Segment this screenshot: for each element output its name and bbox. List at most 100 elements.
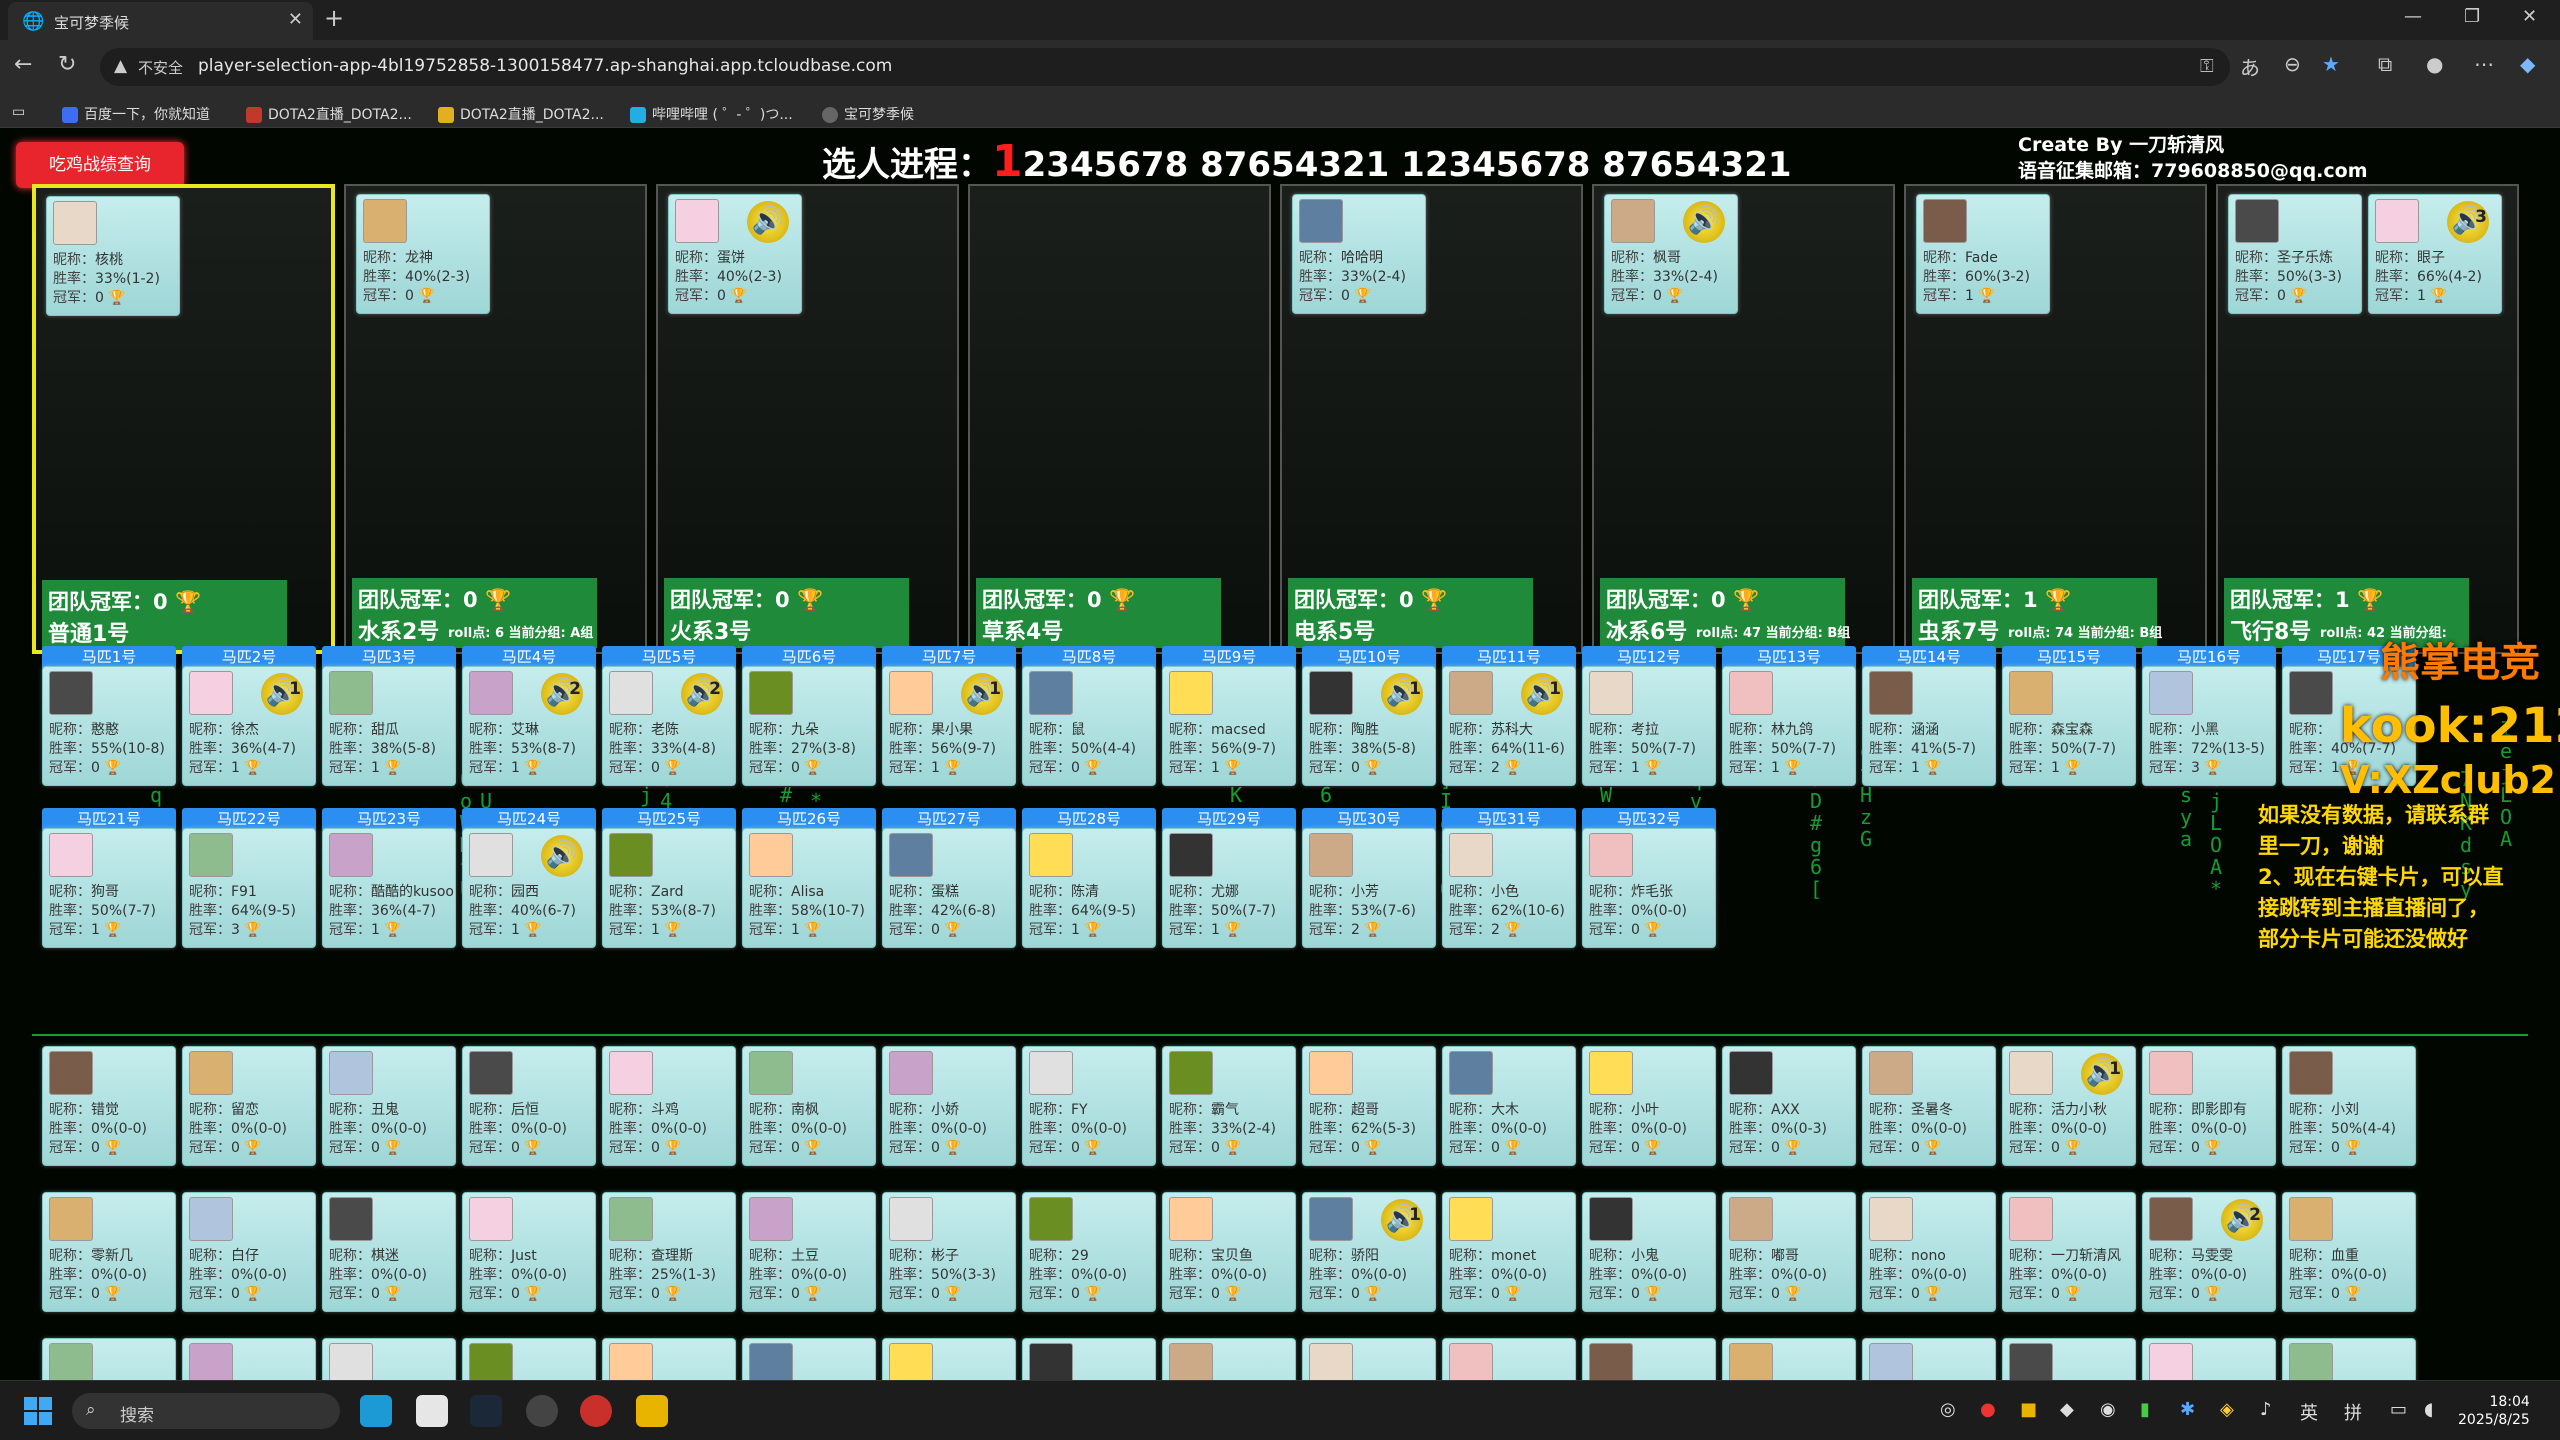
player-card[interactable]: 昵称：丑鬼 胜率：0%(0-0) 冠军：0 🏆 — [322, 1046, 456, 1166]
new-tab-button[interactable]: + — [324, 4, 344, 32]
player-card[interactable]: 昵称：白仔 胜率：0%(0-0) 冠军：0 🏆 — [182, 1192, 316, 1312]
player-card[interactable]: 昵称：甜瓜 胜率：38%(5-8) 冠军：1 🏆 — [322, 666, 456, 786]
player-card[interactable] — [2002, 1338, 2136, 1380]
taskbar-search[interactable]: ⌕ 搜索 — [72, 1393, 340, 1429]
copilot-icon[interactable]: ◆ — [2520, 52, 2535, 76]
steam-app-icon[interactable] — [470, 1395, 502, 1427]
voice-icon[interactable]: 🔊 1 — [961, 673, 1003, 715]
player-card[interactable] — [2142, 1338, 2276, 1380]
team-panel[interactable]: 昵称：Fade 胜率：60%(3-2) 冠军：1 🏆 团队冠军：1 🏆 虫系7号 roll… — [1904, 184, 2207, 654]
bookmark-bilibili[interactable]: 哔哩哔哩 ( ゜- ゜)つ... — [630, 104, 793, 124]
player-card[interactable] — [742, 1338, 876, 1380]
player-card[interactable] — [1302, 1338, 1436, 1380]
player-card[interactable]: 昵称：小鬼 胜率：0%(0-0) 冠军：0 🏆 — [1582, 1192, 1716, 1312]
player-card[interactable]: 昵称：宝贝鱼 胜率：0%(0-0) 冠军：0 🏆 — [1162, 1192, 1296, 1312]
microphone-icon[interactable]: ♪ — [2260, 1399, 2272, 1420]
player-card[interactable]: 昵称：活力小秋 胜率：0%(0-0) 冠军：0 🏆 🔊 1 — [2002, 1046, 2136, 1166]
browser-tab[interactable]: 🌐 宝可梦季候 ✕ — [8, 2, 313, 40]
minimize-button[interactable]: — — [2404, 6, 2422, 27]
player-card[interactable]: 昵称：小色 胜率：62%(10-6) 冠军：2 🏆 — [1442, 828, 1576, 948]
player-card[interactable]: 昵称：超哥 胜率：62%(5-3) 冠军：0 🏆 — [1302, 1046, 1436, 1166]
reload-icon[interactable]: ↻ — [58, 52, 76, 77]
address-bar[interactable]: ▲ 不安全 player-selection-app-4bl19752858-1… — [100, 48, 2230, 86]
player-card[interactable]: 昵称：小黑 胜率：72%(13-5) 冠军：3 🏆 — [2142, 666, 2276, 786]
player-card[interactable]: 昵称：零新几 胜率：0%(0-0) 冠军：0 🏆 — [42, 1192, 176, 1312]
voice-icon[interactable]: 🔊 2 — [2221, 1199, 2263, 1241]
team-panel[interactable]: 团队冠军：0 🏆 草系4号 — [968, 184, 1271, 654]
player-card[interactable]: 昵称：错觉 胜率：0%(0-0) 冠军：0 🏆 — [42, 1046, 176, 1166]
player-card[interactable] — [882, 1338, 1016, 1380]
player-card[interactable] — [1582, 1338, 1716, 1380]
player-card[interactable]: 昵称：圣暑冬 胜率：0%(0-0) 冠军：0 🏆 — [1862, 1046, 1996, 1166]
key-icon[interactable]: ⚿ — [2200, 56, 2214, 77]
windows-start-icon[interactable] — [24, 1397, 52, 1425]
player-card[interactable]: 昵称：马雯雯 胜率：0%(0-0) 冠军：0 🏆 🔊 2 — [2142, 1192, 2276, 1312]
player-card[interactable]: 昵称：眼子 胜率：66%(4-2) 冠军：1 🏆 🔊 3 — [2368, 194, 2502, 314]
player-card[interactable]: 昵称：斗鸡 胜率：0%(0-0) 冠军：0 🏆 — [602, 1046, 736, 1166]
tray-icon-5[interactable]: ◉ — [2100, 1399, 2116, 1420]
team-panel[interactable]: 昵称：枫哥 胜率：33%(2-4) 冠军：0 🏆 🔊 团队冠军：0 🏆 冰系6号 roll点… — [1592, 184, 1895, 654]
close-tab-icon[interactable]: ✕ — [288, 9, 303, 30]
player-card[interactable]: 昵称：林九鸽 胜率：50%(7-7) 冠军：1 🏆 — [1722, 666, 1856, 786]
player-card[interactable]: 昵称：九朵 胜率：27%(3-8) 冠军：0 🏆 — [742, 666, 876, 786]
app-icon-5[interactable] — [580, 1395, 612, 1427]
player-card[interactable]: 昵称：园西 胜率：40%(6-7) 冠军：1 🏆 🔊 — [462, 828, 596, 948]
player-card[interactable]: 昵称：鼠 胜率：50%(4-4) 冠军：0 🏆 — [1022, 666, 1156, 786]
tray-icon-1[interactable]: ◎ — [1940, 1399, 1956, 1420]
profile-icon[interactable]: ● — [2426, 52, 2443, 76]
voice-icon[interactable]: 🔊 2 — [681, 673, 723, 715]
restore-button[interactable]: ❐ — [2464, 6, 2480, 27]
reading-list-icon[interactable]: ▭ — [12, 104, 25, 120]
voice-icon[interactable]: 🔊 — [1683, 201, 1725, 243]
player-card[interactable]: 昵称：29 胜率：0%(0-0) 冠军：0 🏆 — [1022, 1192, 1156, 1312]
player-card[interactable]: 昵称：后恒 胜率：0%(0-0) 冠军：0 🏆 — [462, 1046, 596, 1166]
player-card[interactable] — [2282, 1338, 2416, 1380]
player-card[interactable] — [1862, 1338, 1996, 1380]
player-card[interactable]: 昵称：即影即有 胜率：0%(0-0) 冠军：0 🏆 — [2142, 1046, 2276, 1166]
app-icon-6[interactable] — [636, 1395, 668, 1427]
voice-icon[interactable]: 🔊 2 — [541, 673, 583, 715]
player-card[interactable]: 昵称：陶胜 胜率：38%(5-8) 冠军：0 🏆 🔊 1 — [1302, 666, 1436, 786]
tray-icon-6[interactable]: ▮ — [2140, 1399, 2150, 1420]
player-card[interactable] — [1022, 1338, 1156, 1380]
player-card[interactable]: 昵称：狗哥 胜率：50%(7-7) 冠军：1 🏆 — [42, 828, 176, 948]
shield-icon[interactable]: ◈ — [2220, 1399, 2234, 1420]
star-icon[interactable]: ★ — [2322, 52, 2340, 76]
player-card[interactable]: 昵称：骄阳 胜率：0%(0-0) 冠军：0 🏆 🔊 1 — [1302, 1192, 1436, 1312]
close-window-button[interactable]: ✕ — [2522, 6, 2537, 27]
player-card[interactable]: 昵称：蛋饼 胜率：40%(2-3) 冠军：0 🏆 🔊 — [668, 194, 802, 314]
player-card[interactable]: 昵称：小叶 胜率：0%(0-0) 冠军：0 🏆 — [1582, 1046, 1716, 1166]
team-panel[interactable]: 昵称：哈哈明 胜率：33%(2-4) 冠军：0 🏆 团队冠军：0 🏆 电系5号 — [1280, 184, 1583, 654]
tray-icon-4[interactable]: ◆ — [2060, 1399, 2074, 1420]
translate-icon[interactable]: あ — [2240, 52, 2260, 81]
tray-icon-3[interactable]: ■ — [2020, 1399, 2037, 1420]
player-card[interactable]: 昵称：Alisa 胜率：58%(10-7) 冠军：1 🏆 — [742, 828, 876, 948]
player-card[interactable]: 昵称：土豆 胜率：0%(0-0) 冠军：0 🏆 — [742, 1192, 876, 1312]
bookmark-dota2-2[interactable]: DOTA2直播_DOTA2... — [438, 104, 604, 124]
player-card[interactable]: 昵称：苏科大 胜率：64%(11-6) 冠军：2 🏆 🔊 1 — [1442, 666, 1576, 786]
player-card[interactable]: 昵称：陈清 胜率：64%(9-5) 冠军：1 🏆 — [1022, 828, 1156, 948]
player-card[interactable] — [42, 1338, 176, 1380]
player-card[interactable]: 昵称：圣子乐炼 胜率：50%(3-3) 冠军：0 🏆 — [2228, 194, 2362, 314]
bookmark-baidu[interactable]: 百度一下，你就知道 — [62, 104, 210, 124]
player-card[interactable]: 昵称：Zard 胜率：53%(8-7) 冠军：1 🏆 — [602, 828, 736, 948]
team-panel[interactable]: 昵称：圣子乐炼 胜率：50%(3-3) 冠军：0 🏆 昵称：眼子 胜率：66%(4-2)… — [2216, 184, 2519, 654]
player-card[interactable]: 昵称：徐杰 胜率：36%(4-7) 冠军：1 🏆 🔊 1 — [182, 666, 316, 786]
player-card[interactable]: 昵称：炸毛张 胜率：0%(0-0) 冠军：0 🏆 — [1582, 828, 1716, 948]
player-card[interactable]: 昵称：小娇 胜率：0%(0-0) 冠军：0 🏆 — [882, 1046, 1016, 1166]
zoom-icon[interactable]: ⊖ — [2284, 52, 2301, 76]
voice-icon[interactable]: 🔊 — [541, 835, 583, 877]
player-card[interactable]: 昵称：涵涵 胜率：41%(5-7) 冠军：1 🏆 — [1862, 666, 1996, 786]
voice-icon[interactable]: 🔊 1 — [1521, 673, 1563, 715]
player-card[interactable]: 昵称：哈哈明 胜率：33%(2-4) 冠军：0 🏆 — [1292, 194, 1426, 314]
player-card[interactable]: 昵称：AXX 胜率：0%(0-3) 冠军：0 🏆 — [1722, 1046, 1856, 1166]
player-card[interactable] — [1162, 1338, 1296, 1380]
ime-lang[interactable]: 英 — [2300, 1399, 2318, 1425]
player-card[interactable]: 昵称：龙神 胜率：40%(2-3) 冠军：0 🏆 — [356, 194, 490, 314]
bluetooth-icon[interactable]: ✱ — [2180, 1399, 2195, 1420]
player-card[interactable]: 昵称：森宝森 胜率：50%(7-7) 冠军：1 🏆 — [2002, 666, 2136, 786]
player-card[interactable]: 昵称：嘟哥 胜率：0%(0-0) 冠军：0 🏆 — [1722, 1192, 1856, 1312]
voice-icon[interactable]: 🔊 1 — [1381, 673, 1423, 715]
player-card[interactable]: 昵称：留恋 胜率：0%(0-0) 冠军：0 🏆 — [182, 1046, 316, 1166]
player-card[interactable] — [322, 1338, 456, 1380]
